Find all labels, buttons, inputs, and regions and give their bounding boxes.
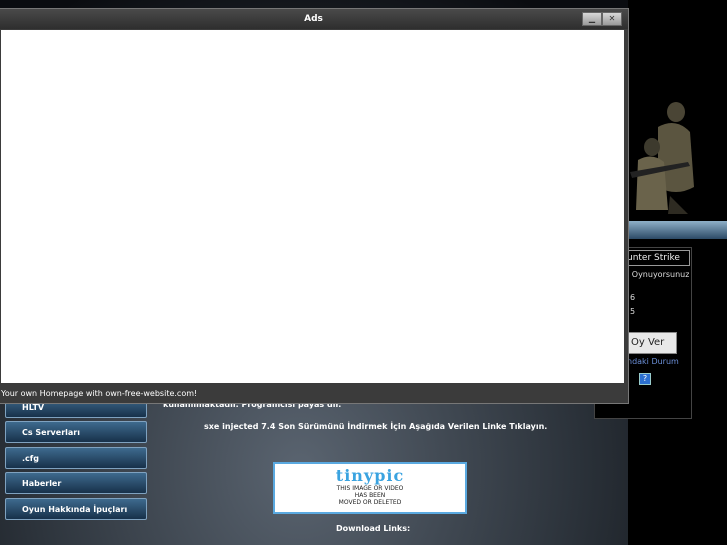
poll-option-value: 5 [630, 307, 636, 316]
ads-popup-window[interactable]: Ads ▁ ✕ Your own Homepage with own-free-… [0, 8, 629, 404]
poll-option-value: 6 [630, 293, 636, 302]
vote-button[interactable]: Oy Ver [628, 332, 677, 354]
header-stripe [628, 221, 727, 239]
poll-status-link[interactable]: ndaki Durum [627, 357, 679, 366]
download-instruction: sxe injected 7.4 Son Sürümünü İndirmek İ… [204, 422, 548, 431]
menu-item-news[interactable]: Haberler [5, 472, 147, 494]
poll-title: unter Strike [626, 250, 690, 266]
menu-item-game-tips[interactable]: Oyun Hakkında İpuçları [5, 498, 147, 520]
menu-item-cfg[interactable]: .cfg [5, 447, 147, 469]
tinypic-message: MOVED OR DELETED [338, 499, 402, 506]
ad-content-area[interactable] [1, 30, 624, 383]
tinypic-placeholder-image[interactable]: tinypic THIS IMAGE OR VIDEO HAS BEEN MOV… [273, 462, 467, 514]
window-status-text: Your own Homepage with own-free-website.… [1, 389, 198, 398]
window-title: Ads [304, 14, 323, 24]
download-links-label: Download Links: [336, 524, 411, 533]
soldiers-image [628, 92, 698, 214]
poll-question: i Oynuyorsunuz? [627, 270, 689, 279]
tinypic-logo: tinypic [335, 466, 405, 485]
tinypic-message: HAS BEEN [354, 492, 386, 499]
tinypic-message: THIS IMAGE OR VIDEO [336, 485, 404, 492]
help-icon[interactable]: ? [639, 373, 651, 385]
menu-item-cs-servers[interactable]: Cs Serverları [5, 421, 147, 443]
minimize-icon[interactable]: ▁ [582, 12, 602, 26]
close-icon[interactable]: ✕ [602, 12, 622, 26]
window-titlebar[interactable]: Ads ▁ ✕ [0, 9, 628, 29]
